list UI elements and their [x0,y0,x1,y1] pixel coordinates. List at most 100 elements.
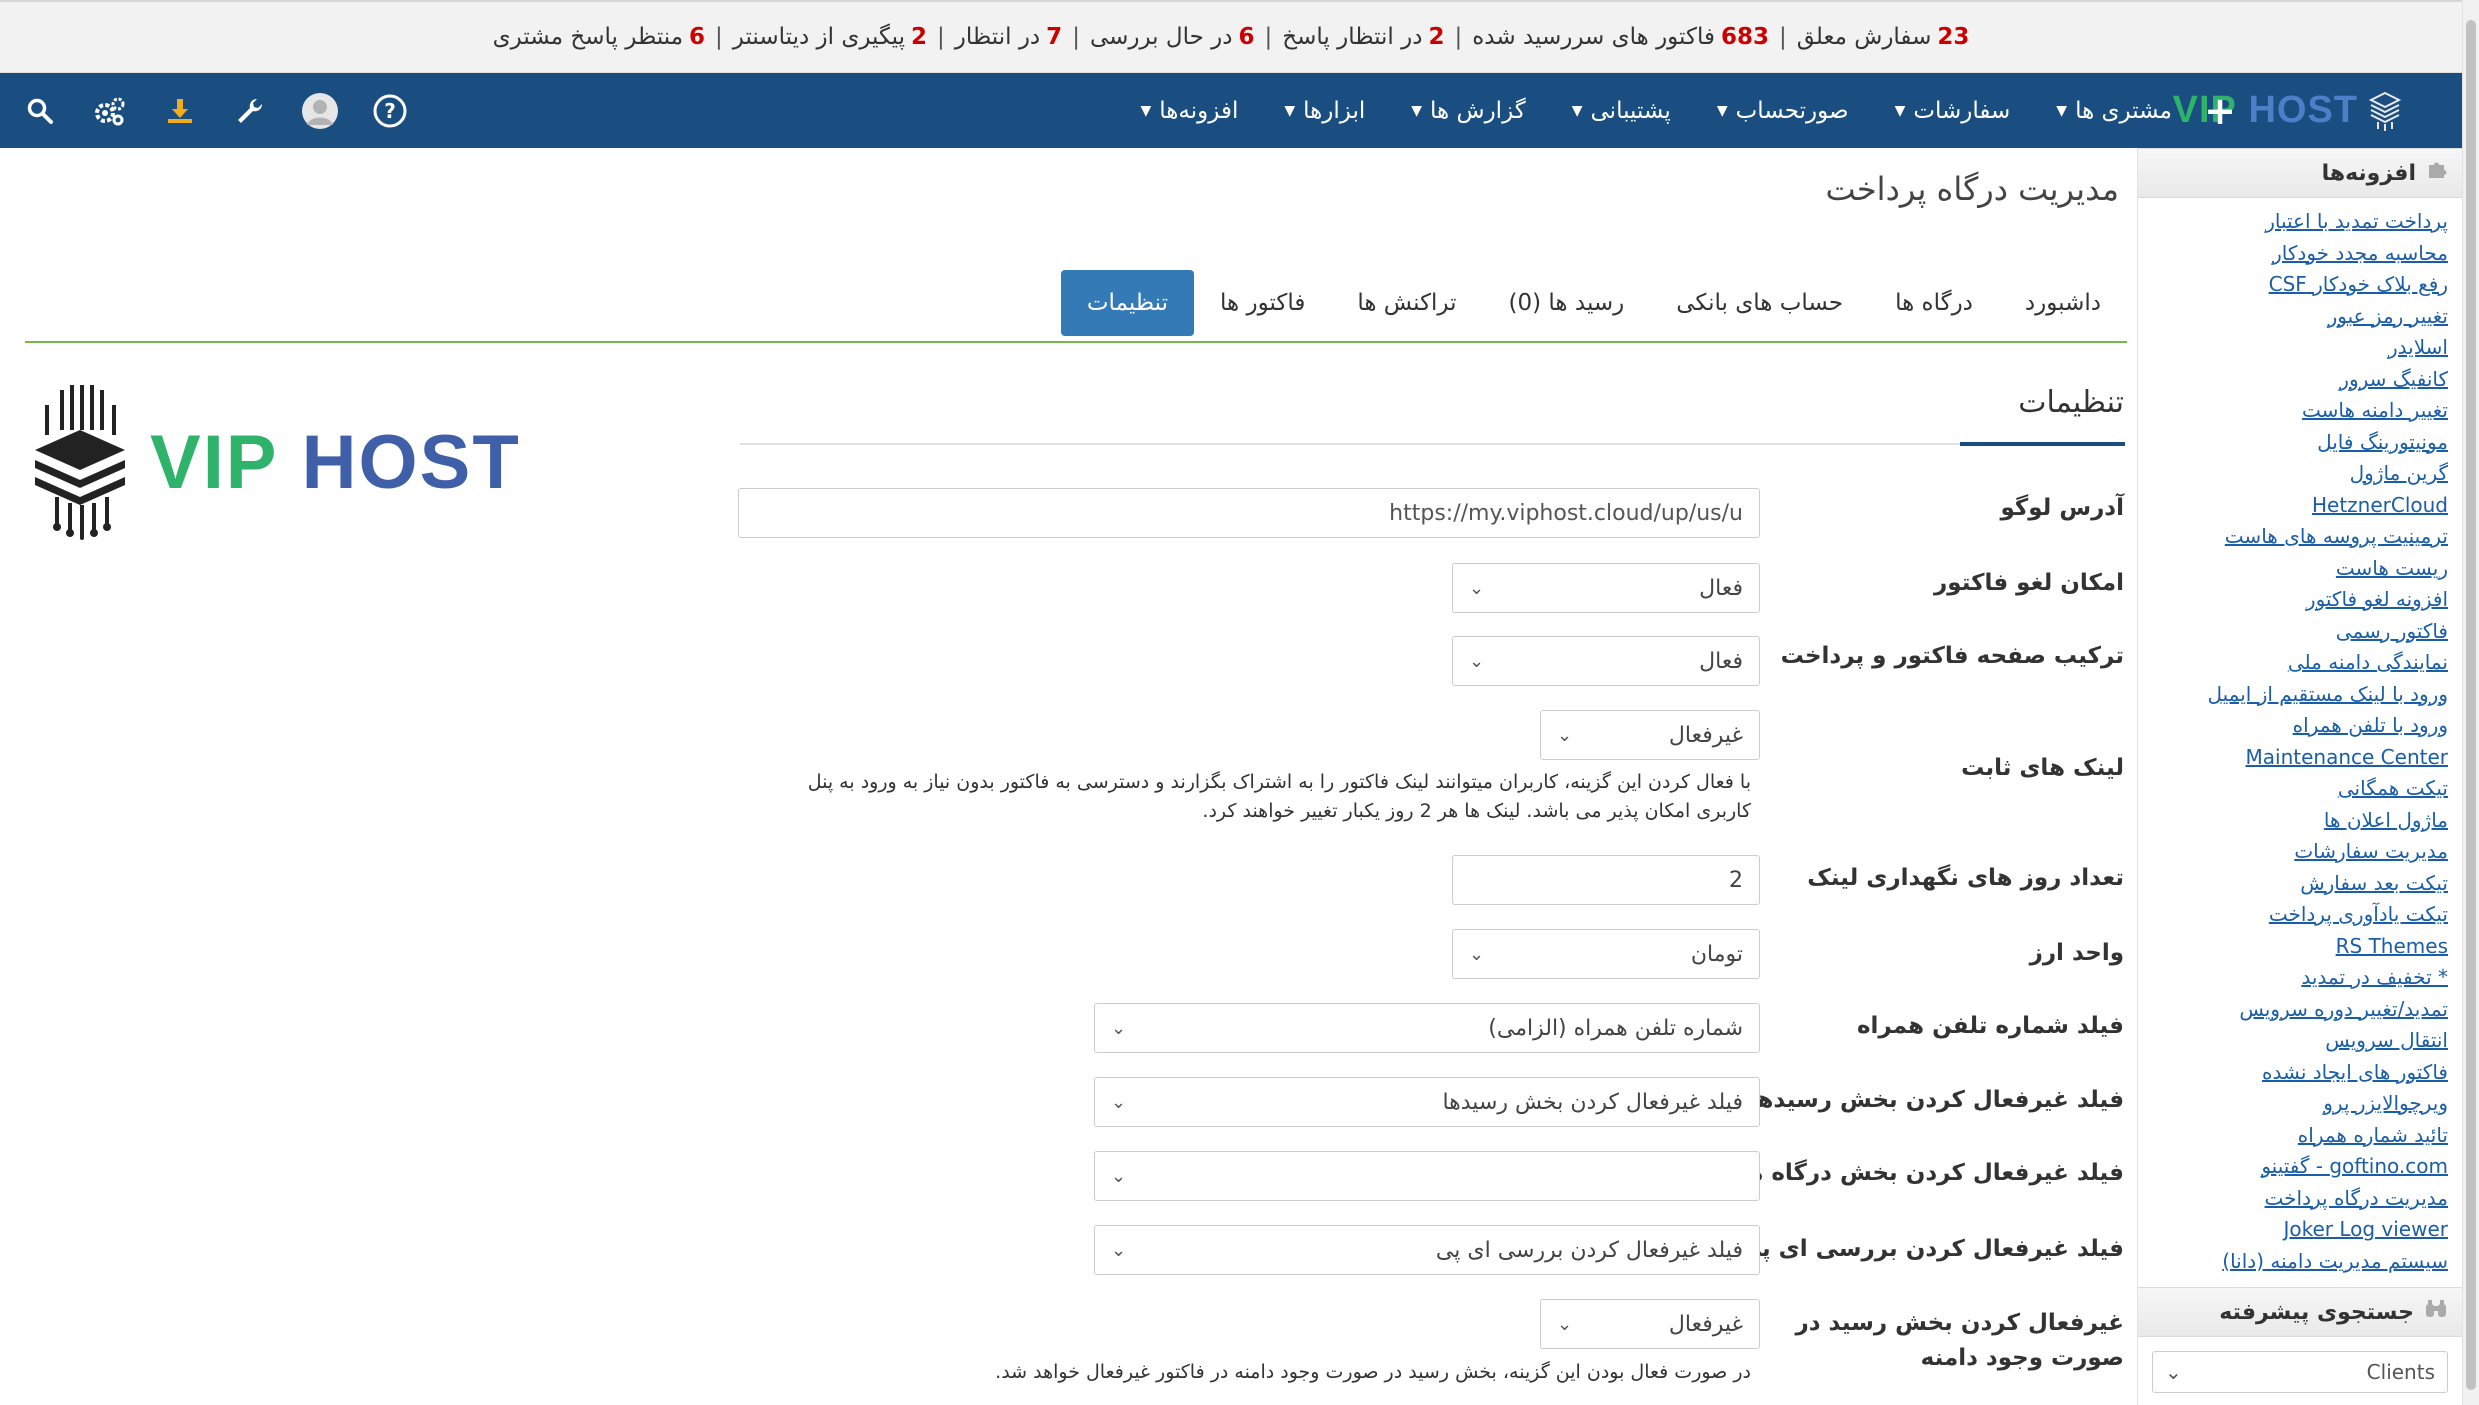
page-scrollbar[interactable] [2462,0,2479,1405]
stat-item[interactable]: 6در حال بررسی [1090,24,1255,50]
menu-item[interactable]: پشتیبانی ▼ [1572,98,1671,124]
menu-item-label: افزونه‌ها [1159,97,1239,124]
disable-receipts-label: فیلد غیرفعال کردن بخش رسیدها [1748,1087,2124,1113]
sidebar-addon-link[interactable]: ویرچوالایزر پرو [2323,1091,2448,1115]
sidebar-addon-link[interactable]: نمایندگی دامنه ملی [2288,650,2448,674]
sidebar-addon-item: افزونه لغو فاکتور [2148,584,2448,616]
sidebar-addon-link[interactable]: رفع بلاک خودکار CSF [2269,272,2448,296]
gears-icon[interactable] [90,91,130,131]
currency-select[interactable]: تومان ⌄ [1452,929,1760,979]
sidebar-addon-link[interactable]: تمدید/تغییر دوره سرویس [2239,997,2448,1021]
tab-list: داشبورد درگاه ها حساب های بانکی رسید ها (0)… [1060,265,2127,341]
sidebar-addon-link[interactable]: محاسبه مجدد خودکار [2272,241,2448,265]
sidebar-addon-item: ماژول اعلان ها [2148,805,2448,837]
sidebar-addon-item: ورود با تلفن همراه [2148,710,2448,742]
tab-item[interactable]: تراکنش ها [1331,270,1482,336]
stat-number: 7 [1046,24,1063,50]
tab-item[interactable]: رسید ها (0) [1483,270,1651,336]
sidebar-addon-link[interactable]: گرین ماژول [2350,461,2448,485]
sidebar-addon-link[interactable]: ورود با تلفن همراه [2293,713,2448,737]
sidebar-addon-link[interactable]: فاکتور رسمی [2336,619,2448,643]
menu-item[interactable]: سفارشات ▼ [1895,98,2011,124]
sidebar-addon-link[interactable]: تیکت یادآوری پرداخت [2269,902,2448,926]
tab-item[interactable]: درگاه ها [1869,270,1999,336]
logo-host: HOST [2248,89,2358,131]
stat-item[interactable]: 683فاکتور های سررسید شده [1472,24,1769,50]
sidebar-addon-link[interactable]: تغییر رمز عبور [2328,304,2448,328]
sidebar-addon-item: ویرچوالایزر پرو [2148,1088,2448,1120]
sidebar-addon-link[interactable]: اسلایدر [2388,335,2448,359]
sidebar-addon-link[interactable]: Maintenance Center [2246,745,2448,769]
sidebar-addon-link[interactable]: سیستم مدیریت دامنه (دانا) [2222,1249,2448,1273]
menu-item[interactable]: صورتحساب ▼ [1717,98,1849,124]
sidebar-addon-link[interactable]: HetznerCloud [2312,493,2448,517]
sidebar-addon-link[interactable]: تغییر دامنه هاست [2302,398,2448,422]
add-new-plus-icon[interactable]: + [2200,91,2240,131]
chevron-down-icon: ⌄ [2165,1360,2182,1384]
sidebar-addon-link[interactable]: تیکت همگانی [2338,776,2448,800]
cancel-invoice-select[interactable]: فعال ⌄ [1452,563,1760,613]
disable-ip-select[interactable]: فیلد غیرفعال کردن بررسی ای پی ⌄ [1094,1225,1760,1275]
big-logo-vip: VIP [150,420,279,505]
sidebar-addon-link[interactable]: Joker Log viewer [2283,1217,2448,1241]
combine-page-select[interactable]: فعال ⌄ [1452,636,1760,686]
wrench-icon[interactable] [230,91,270,131]
stat-item[interactable]: 2پیگیری از دیتاسنتر [733,24,927,50]
sidebar-addon-link[interactable]: ماژول اعلان ها [2324,808,2448,832]
scrollbar-thumb[interactable] [2466,20,2476,1390]
tab-item[interactable]: حساب های بانکی [1650,270,1869,336]
sidebar-addon-link[interactable]: پرداخت تمدید با اعتبار [2265,209,2448,233]
sidebar-addon-link[interactable]: goftino.com - گفتینو [2261,1154,2448,1178]
sidebar-addon-link[interactable]: افزونه لغو فاکتور [2306,587,2448,611]
tab-item[interactable]: فاکتور ها [1194,270,1331,336]
stat-item[interactable]: 6منتظر پاسخ مشتری [493,24,705,50]
menu-item[interactable]: گزارش ها ▼ [1411,98,1525,124]
sidebar-addon-link[interactable]: تائید شماره همراه [2298,1123,2448,1147]
sidebar-addon-link[interactable]: ورود با لینک مستقیم از ایمیل [2207,682,2448,706]
menu-item[interactable]: ابزارها ▼ [1284,98,1365,124]
disable-receipt-domain-select[interactable]: غیرفعال ⌄ [1540,1299,1760,1349]
menu-item[interactable]: افزونه‌ها ▼ [1141,98,1239,124]
sidebar-addon-link[interactable]: فاکتور های ایجاد نشده [2262,1060,2448,1084]
sidebar-addon-item: تغییر رمز عبور [2148,301,2448,333]
sidebar-addon-link[interactable]: انتقال سرویس [2325,1028,2448,1052]
link-days-input[interactable]: 2 [1452,855,1760,905]
disable-gateways-select[interactable]: ⌄ [1094,1151,1760,1201]
stat-item[interactable]: 2در انتظار پاسخ [1282,24,1444,50]
download-icon[interactable] [160,91,200,131]
caret-down-icon: ▼ [1411,102,1423,119]
sidebar-search-header: جستجوی پیشرفته [2138,1287,2462,1337]
sidebar-addon-link[interactable]: * تخفیف در تمدید [2301,965,2448,989]
sidebar-addon-link[interactable]: مدیریت سفارشات [2294,839,2448,863]
stat-separator: | [1264,24,1273,50]
sidebar-addon-link[interactable]: مدیریت درگاه پرداخت [2265,1186,2448,1210]
help-icon[interactable]: ? [370,91,410,131]
search-icon[interactable] [20,91,60,131]
sidebar-addon-link[interactable]: تیکت بعد سفارش [2300,871,2448,895]
tab-item[interactable]: داشبورد [1999,270,2127,336]
stat-item[interactable]: 7در انتظار [955,24,1062,50]
disable-receipt-domain-label-line2: صورت وجود دامنه [1920,1345,2124,1371]
logo-url-label: آدرس لوگو [2000,495,2124,521]
sidebar-addon-link[interactable]: کانفیگ سرور [2339,367,2448,391]
logo-url-input[interactable]: https://my.viphost.cloud/up/us/u [738,488,1760,538]
sidebar-addon-link[interactable]: مونیتورینگ فایل [2317,430,2448,454]
disable-receipts-select[interactable]: فیلد غیرفعال کردن بخش رسیدها ⌄ [1094,1077,1760,1127]
phone-field-select[interactable]: شماره تلفن همراه (الزامی) ⌄ [1094,1003,1760,1053]
link-days-label: تعداد روز های نگهداری لینک [1807,865,2124,891]
tab-item[interactable]: تنظیمات [1060,270,1195,336]
stat-separator: | [715,24,723,50]
sidebar-addon-item: تیکت همگانی [2148,773,2448,805]
sidebar-addon-item: محاسبه مجدد خودکار [2148,238,2448,270]
stats-bar: 23سفارش معلق | 683فاکتور های سررسید شده | 2د… [0,0,2462,73]
sidebar-addon-link[interactable]: ترمینیت پروسه های هاست [2225,524,2448,548]
stat-item[interactable]: 23سفارش معلق [1797,24,1970,50]
advanced-search-select[interactable]: ⌄ Clients [2152,1351,2448,1393]
chevron-down-icon: ⌄ [1111,1165,1127,1187]
fixed-links-select[interactable]: غیرفعال ⌄ [1540,710,1760,760]
sidebar-addon-link[interactable]: ریست هاست [2336,556,2448,580]
user-avatar-icon[interactable] [300,91,340,131]
menu-item[interactable]: مشتری ها ▼ [2056,98,2172,124]
sidebar-addon-link[interactable]: RS Themes [2336,934,2448,958]
combine-page-label: ترکیب صفحه فاکتور و پرداخت [1780,643,2124,669]
